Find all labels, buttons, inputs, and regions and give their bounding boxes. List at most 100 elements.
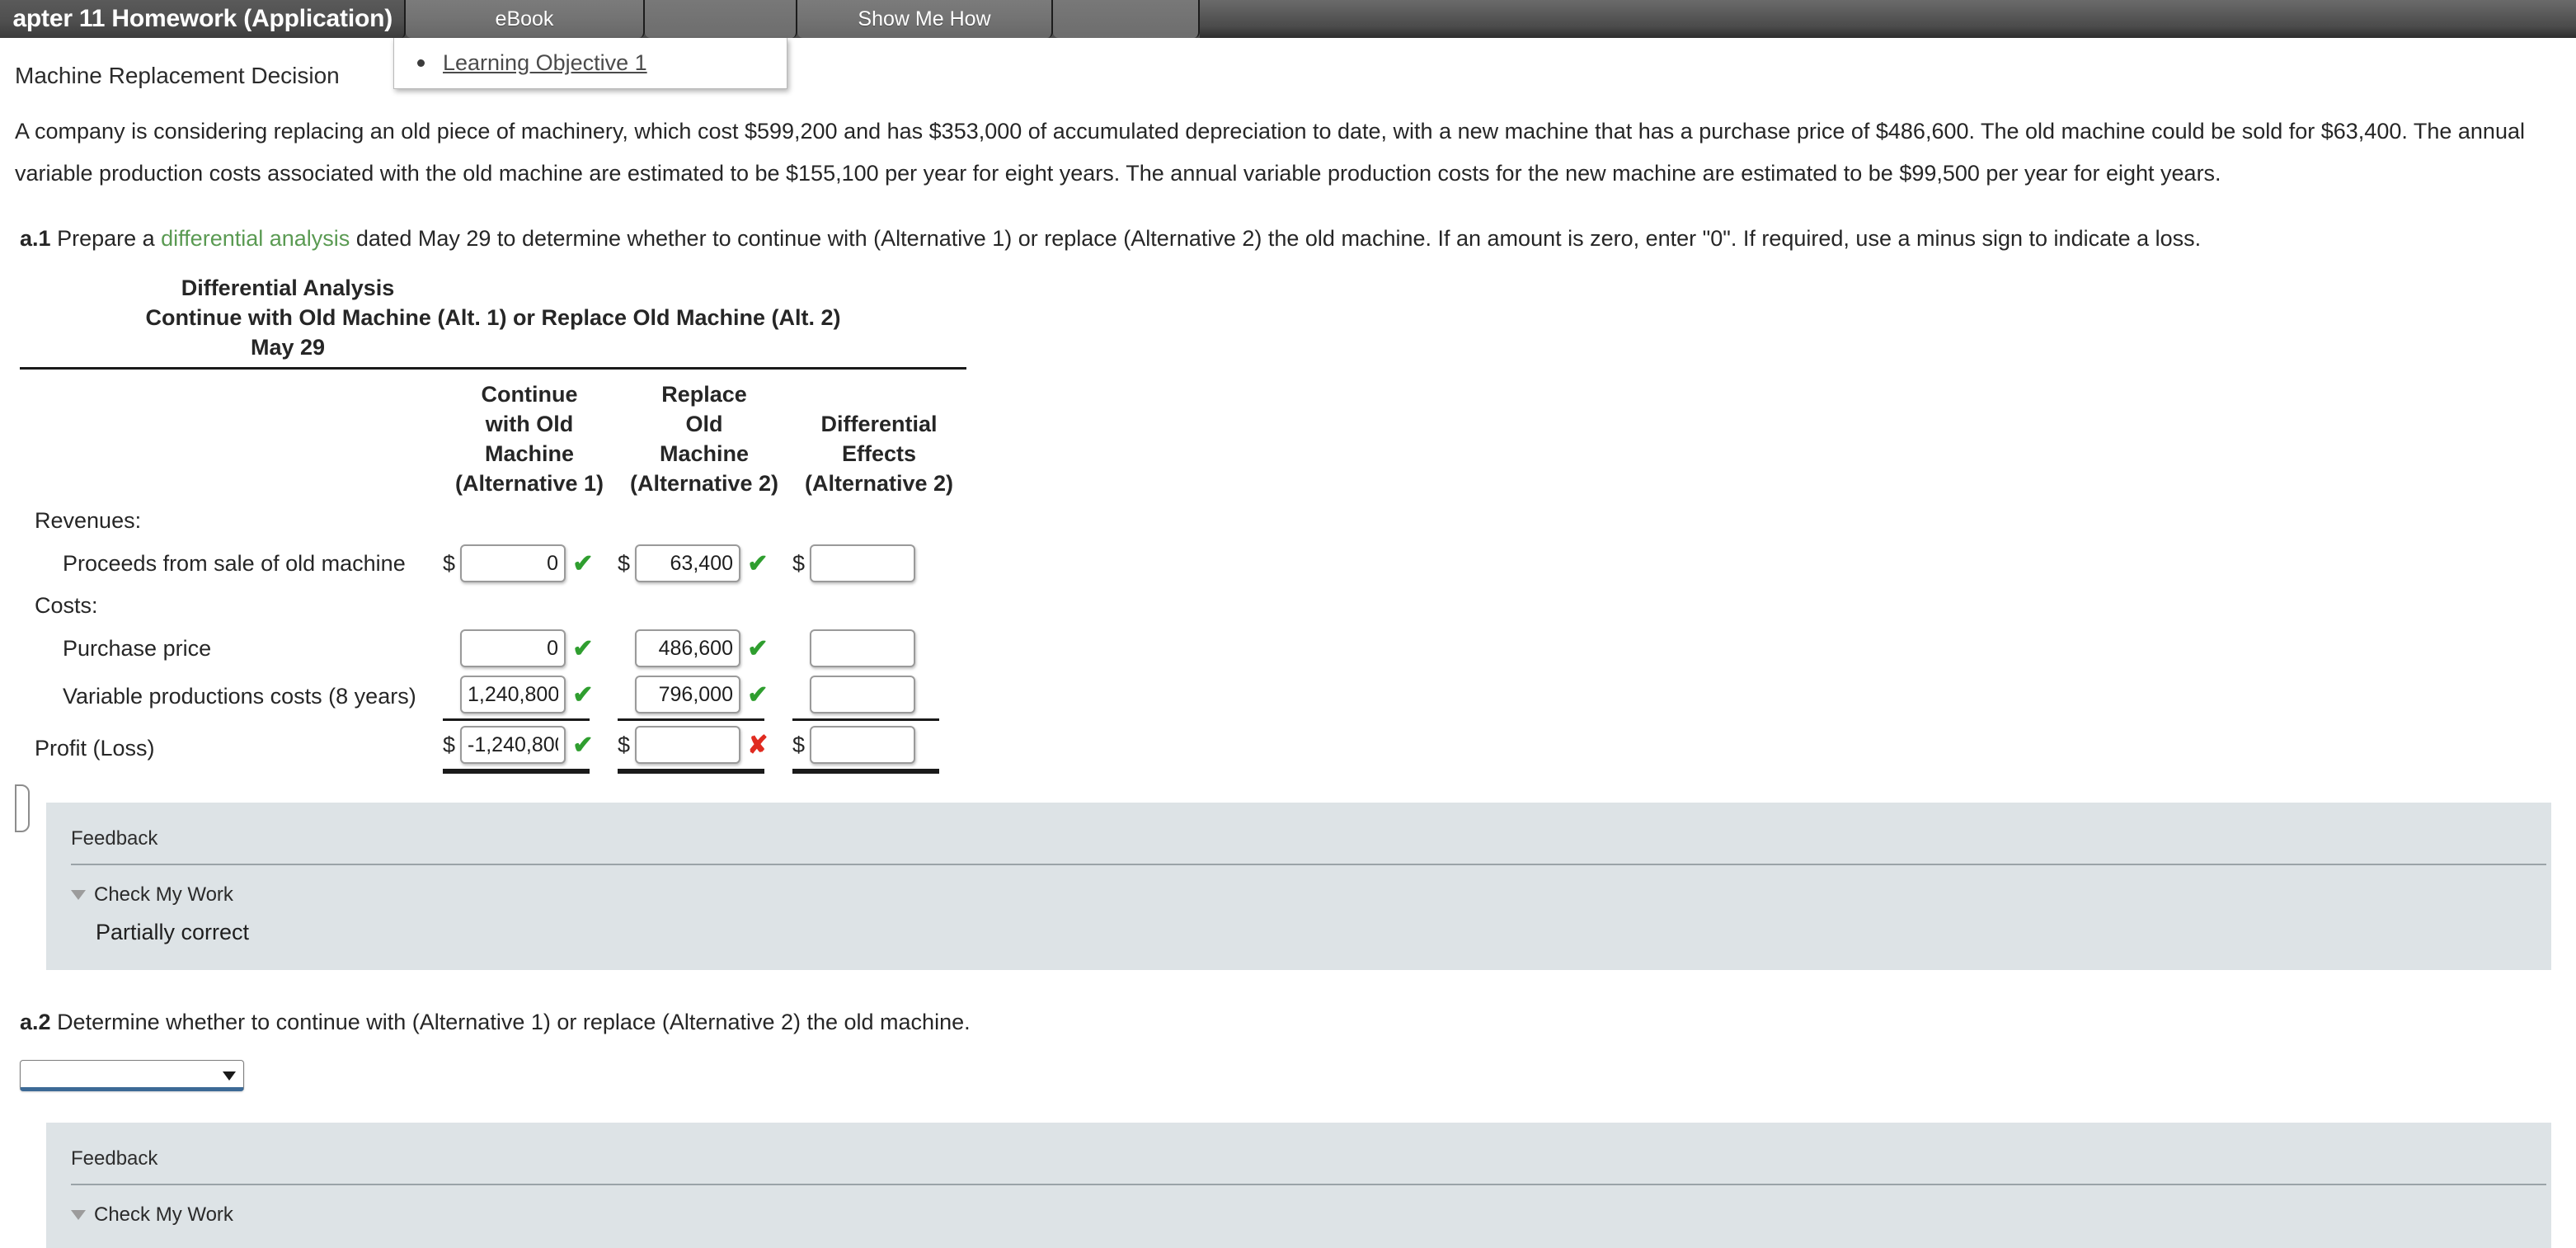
header-line: Continue bbox=[481, 382, 578, 407]
input-proceeds-alt1[interactable] bbox=[460, 544, 566, 582]
row-cell-proceeds-alt2: $ ✔ bbox=[617, 540, 792, 586]
header-line: (Alternative 2) bbox=[804, 471, 954, 496]
ebook-button[interactable]: eBook bbox=[406, 0, 645, 38]
main-content: Machine Replacement Decision A company i… bbox=[0, 38, 2576, 1248]
ebook-dropdown-panel: Learning Objective 1 bbox=[393, 38, 787, 89]
row-cell-profit-alt2: $ ✘ bbox=[617, 722, 792, 775]
feedback-title: Feedback bbox=[71, 1147, 158, 1170]
question-a1-label: a.1 bbox=[20, 226, 51, 251]
row-cell-empty bbox=[617, 502, 792, 540]
page-edge-nub bbox=[15, 784, 30, 832]
row-cell-empty bbox=[442, 502, 617, 540]
question-a2-label: a.2 bbox=[20, 1010, 51, 1034]
check-my-work-label: Check My Work bbox=[94, 1203, 233, 1226]
input-profit-loss-alt1[interactable] bbox=[460, 726, 566, 764]
toolbar-button-blank-2[interactable] bbox=[1053, 0, 1200, 38]
header-line: Machine bbox=[659, 441, 750, 466]
header-line: Old bbox=[685, 412, 723, 436]
learning-objective-1-link[interactable]: Learning Objective 1 bbox=[443, 50, 647, 76]
header-line: (Alternative 1) bbox=[454, 471, 604, 496]
feedback-panel-a1: Feedback Check My Work Partially correct bbox=[46, 803, 2551, 970]
check-icon: ✔ bbox=[747, 681, 769, 709]
check-my-work-toggle-a1[interactable]: Check My Work bbox=[46, 865, 2551, 907]
chevron-down-icon bbox=[71, 1210, 86, 1220]
check-my-work-label: Check My Work bbox=[94, 883, 233, 906]
question-a2-prompt: a.2 Determine whether to continue with (… bbox=[20, 1010, 2576, 1035]
row-cell-empty bbox=[792, 586, 966, 625]
row-label-profit-loss: Profit (Loss) bbox=[35, 735, 155, 761]
question-a2-block: a.2 Determine whether to continue with (… bbox=[0, 970, 2576, 1091]
header-blank bbox=[20, 370, 442, 502]
input-profit-loss-alt2[interactable] bbox=[635, 726, 740, 764]
input-purchase-price-alt2[interactable] bbox=[635, 629, 740, 667]
chevron-down-icon bbox=[71, 890, 86, 900]
row-cell-proceeds-diff: $ bbox=[792, 540, 966, 586]
input-variable-costs-alt1[interactable] bbox=[460, 676, 566, 713]
table-row: Profit (Loss) $ ✔ $ ✘ bbox=[20, 722, 966, 775]
feedback-panel-a2: Feedback Check My Work bbox=[46, 1123, 2551, 1248]
analysis-grid: Continue with Old Machine (Alternative 1… bbox=[20, 370, 966, 775]
row-label-proceeds: Proceeds from sale of old machine bbox=[63, 550, 406, 576]
differential-analysis-link[interactable]: differential analysis bbox=[161, 226, 350, 251]
header-col-differential: Differential Effects (Alternative 2) bbox=[792, 370, 966, 502]
differential-analysis-table: Differential Analysis Continue with Old … bbox=[15, 273, 993, 832]
table-heading-line-1: Differential Analysis bbox=[181, 276, 395, 300]
row-cell-variable-diff: $ bbox=[792, 671, 966, 722]
check-icon: ✔ bbox=[747, 634, 769, 662]
input-variable-costs-differential[interactable] bbox=[810, 676, 915, 713]
question-a1-prompt: a.1 Prepare a differential analysis date… bbox=[0, 195, 2576, 252]
input-purchase-price-differential[interactable] bbox=[810, 629, 915, 667]
input-proceeds-differential[interactable] bbox=[810, 544, 915, 582]
row-cell-purchase-diff: $ bbox=[792, 625, 966, 671]
row-cell-proceeds-alt1: $ ✔ bbox=[442, 540, 617, 586]
feedback-title: Feedback bbox=[71, 827, 158, 850]
check-icon: ✔ bbox=[572, 549, 594, 577]
cross-icon: ✘ bbox=[747, 731, 769, 759]
header-line: (Alternative 2) bbox=[629, 471, 779, 496]
header-line: Differential bbox=[820, 412, 938, 436]
subtotal-rule bbox=[618, 718, 764, 721]
dollar-sign: $ bbox=[443, 732, 456, 757]
chevron-down-icon bbox=[223, 1071, 236, 1081]
show-me-how-button[interactable]: Show Me How bbox=[797, 0, 1053, 38]
row-cell-variable-alt2: $ ✔ bbox=[617, 671, 792, 722]
table-row: Purchase price $ ✔ $ ✔ bbox=[20, 625, 966, 671]
table-row: Variable productions costs (8 years) $ ✔… bbox=[20, 671, 966, 722]
assignment-title: apter 11 Homework (Application) bbox=[0, 0, 406, 38]
check-my-work-toggle-a2[interactable]: Check My Work bbox=[46, 1185, 2551, 1227]
row-label-purchase-price: Purchase price bbox=[63, 635, 212, 661]
table-row: Costs: bbox=[20, 586, 966, 625]
row-label-revenues: Revenues: bbox=[35, 508, 142, 533]
toolbar-button-blank-1[interactable] bbox=[645, 0, 797, 38]
dollar-sign: $ bbox=[618, 732, 631, 757]
header-col-alt1: Continue with Old Machine (Alternative 1… bbox=[442, 370, 617, 502]
table-row: Revenues: bbox=[20, 502, 966, 540]
input-proceeds-alt2[interactable] bbox=[635, 544, 740, 582]
table-heading-line-3: May 29 bbox=[250, 335, 326, 360]
subtotal-rule bbox=[792, 718, 939, 721]
toolbar-filler bbox=[1200, 0, 2576, 38]
total-double-rule bbox=[618, 769, 764, 774]
dollar-sign: $ bbox=[792, 732, 806, 757]
check-icon: ✔ bbox=[572, 731, 594, 759]
row-cell-purchase-alt1: $ ✔ bbox=[442, 625, 617, 671]
input-purchase-price-alt1[interactable] bbox=[460, 629, 566, 667]
alternative-select[interactable] bbox=[20, 1060, 244, 1091]
input-variable-costs-alt2[interactable] bbox=[635, 676, 740, 713]
page-title: Machine Replacement Decision bbox=[15, 63, 340, 88]
header-line: Replace bbox=[661, 382, 747, 407]
question-a2-text: Determine whether to continue with (Alte… bbox=[57, 1010, 971, 1034]
table-header-row: Continue with Old Machine (Alternative 1… bbox=[20, 370, 966, 502]
bullet-icon bbox=[417, 59, 425, 67]
table-row: Proceeds from sale of old machine $ ✔ $ … bbox=[20, 540, 966, 586]
input-profit-loss-differential[interactable] bbox=[810, 726, 915, 764]
row-label-costs: Costs: bbox=[35, 593, 98, 618]
header-line: with Old bbox=[485, 412, 574, 436]
dollar-sign: $ bbox=[443, 550, 456, 576]
check-icon: ✔ bbox=[572, 634, 594, 662]
row-cell-profit-alt1: $ ✔ bbox=[442, 722, 617, 775]
header-line: Effects bbox=[841, 441, 917, 466]
check-icon: ✔ bbox=[747, 549, 769, 577]
problem-paragraph: A company is considering replacing an ol… bbox=[15, 119, 2525, 186]
row-label-variable-costs: Variable productions costs (8 years) bbox=[63, 684, 416, 709]
